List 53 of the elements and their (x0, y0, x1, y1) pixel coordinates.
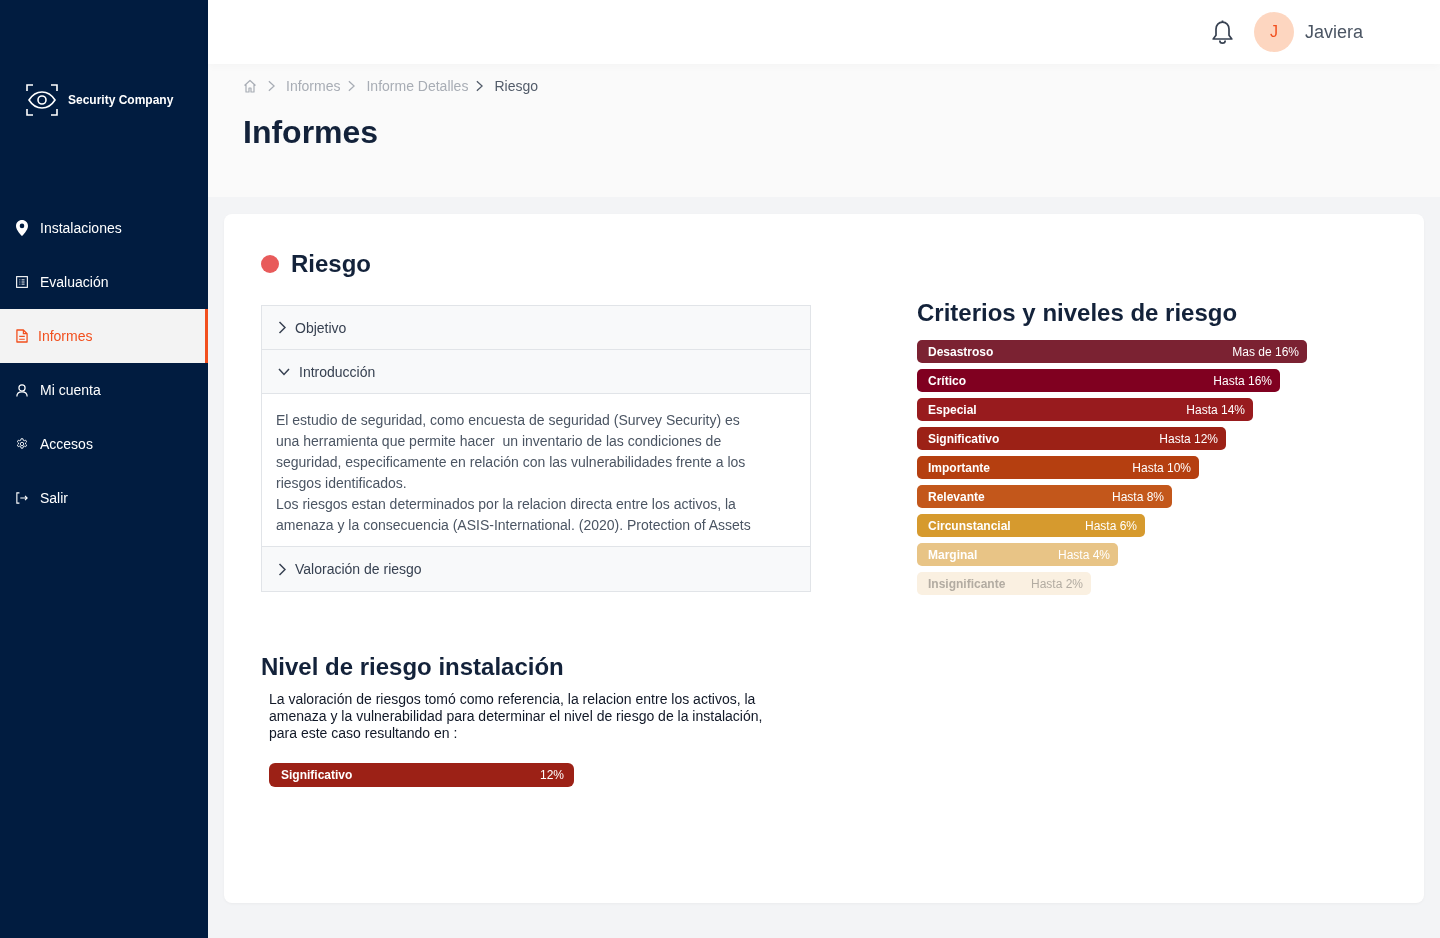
chevron-right-icon (278, 562, 286, 576)
accordion-header[interactable]: Valoración de riesgo (262, 547, 810, 591)
section-title: Nivel de riesgo instalación (261, 652, 564, 681)
gear-icon (16, 438, 28, 450)
breadcrumb-link[interactable]: Riesgo (494, 78, 538, 94)
sidebar-item[interactable]: Evaluación (0, 255, 208, 309)
body-text: Los riesgos estan determinados por la relacion directa entre los activos, la amenaza y la consecuencia (ASIS-International. (2020). Protection of Assets (276, 495, 752, 535)
sidebar-item[interactable]: Instalaciones (0, 201, 208, 255)
level-name: Significativo (281, 768, 353, 782)
chevron-down-icon (278, 367, 290, 376)
level-range: Hasta 2% (1030, 576, 1083, 591)
brand-name: Security Company (68, 93, 174, 107)
section-title: Criterios y niveles de riesgo (917, 298, 1239, 327)
level-range: Hasta 4% (1057, 547, 1110, 562)
level-name: Relevante (928, 489, 985, 504)
accordion-header[interactable]: Objetivo (262, 306, 810, 350)
notification-bell-icon[interactable] (1211, 19, 1233, 45)
level-range: Hasta 16% (1213, 373, 1272, 388)
level-name: Circunstancial (928, 518, 1011, 533)
description-text: La valoración de riesgos tomó como referencia, la relacion entre los activos, la amenaza y la vulnerabilidad para determinar el nivel de riesgo de la instalación, para este caso resultando en : (269, 691, 764, 742)
eye-logo-icon (26, 84, 58, 116)
level-range: Hasta 12% (1159, 431, 1218, 446)
chevron-right-icon (348, 80, 356, 92)
level-name: Insignificante (928, 576, 1006, 591)
level-name: Importante (928, 460, 990, 475)
chevron-right-icon (476, 80, 484, 92)
logout-icon (16, 492, 28, 504)
level-name: Desastroso (928, 344, 994, 359)
user-name: Javiera (1304, 21, 1363, 43)
level-range: Hasta 14% (1186, 402, 1245, 417)
document-icon (16, 329, 28, 343)
sidebar-item[interactable]: Mi cuenta (0, 363, 208, 417)
chevron-right-icon (268, 80, 275, 92)
level-range: Hasta 8% (1111, 489, 1164, 504)
list-icon (16, 276, 28, 288)
location-pin-icon (16, 220, 28, 236)
sidebar-item[interactable]: Accesos (0, 417, 208, 471)
accordion-header[interactable]: Introducción (262, 350, 810, 394)
level-name: Significativo (928, 431, 1000, 446)
level-range: 12% (539, 768, 564, 782)
section-title: Riesgo (291, 250, 371, 278)
level-range: Mas de 16% (1232, 344, 1299, 359)
status-dot-icon (261, 255, 279, 273)
level-range: Hasta 10% (1132, 460, 1191, 475)
sidebar-item[interactable]: Salir (0, 471, 208, 525)
level-name: Marginal (928, 547, 978, 562)
level-name: Crítico (928, 373, 966, 388)
person-icon (16, 383, 28, 397)
level-range: Hasta 6% (1084, 518, 1137, 533)
page-title: Informes (243, 113, 379, 151)
level-name: Especial (928, 402, 977, 417)
body-text: El estudio de seguridad, como encuesta de seguridad (Survey Security) es una herramienta que permite hacer un inventario de las condiciones de seguridad, especificamente en relación con las vulnerabilidades frente a los riesgos identificados. (276, 411, 747, 493)
chevron-right-icon (278, 321, 286, 334)
